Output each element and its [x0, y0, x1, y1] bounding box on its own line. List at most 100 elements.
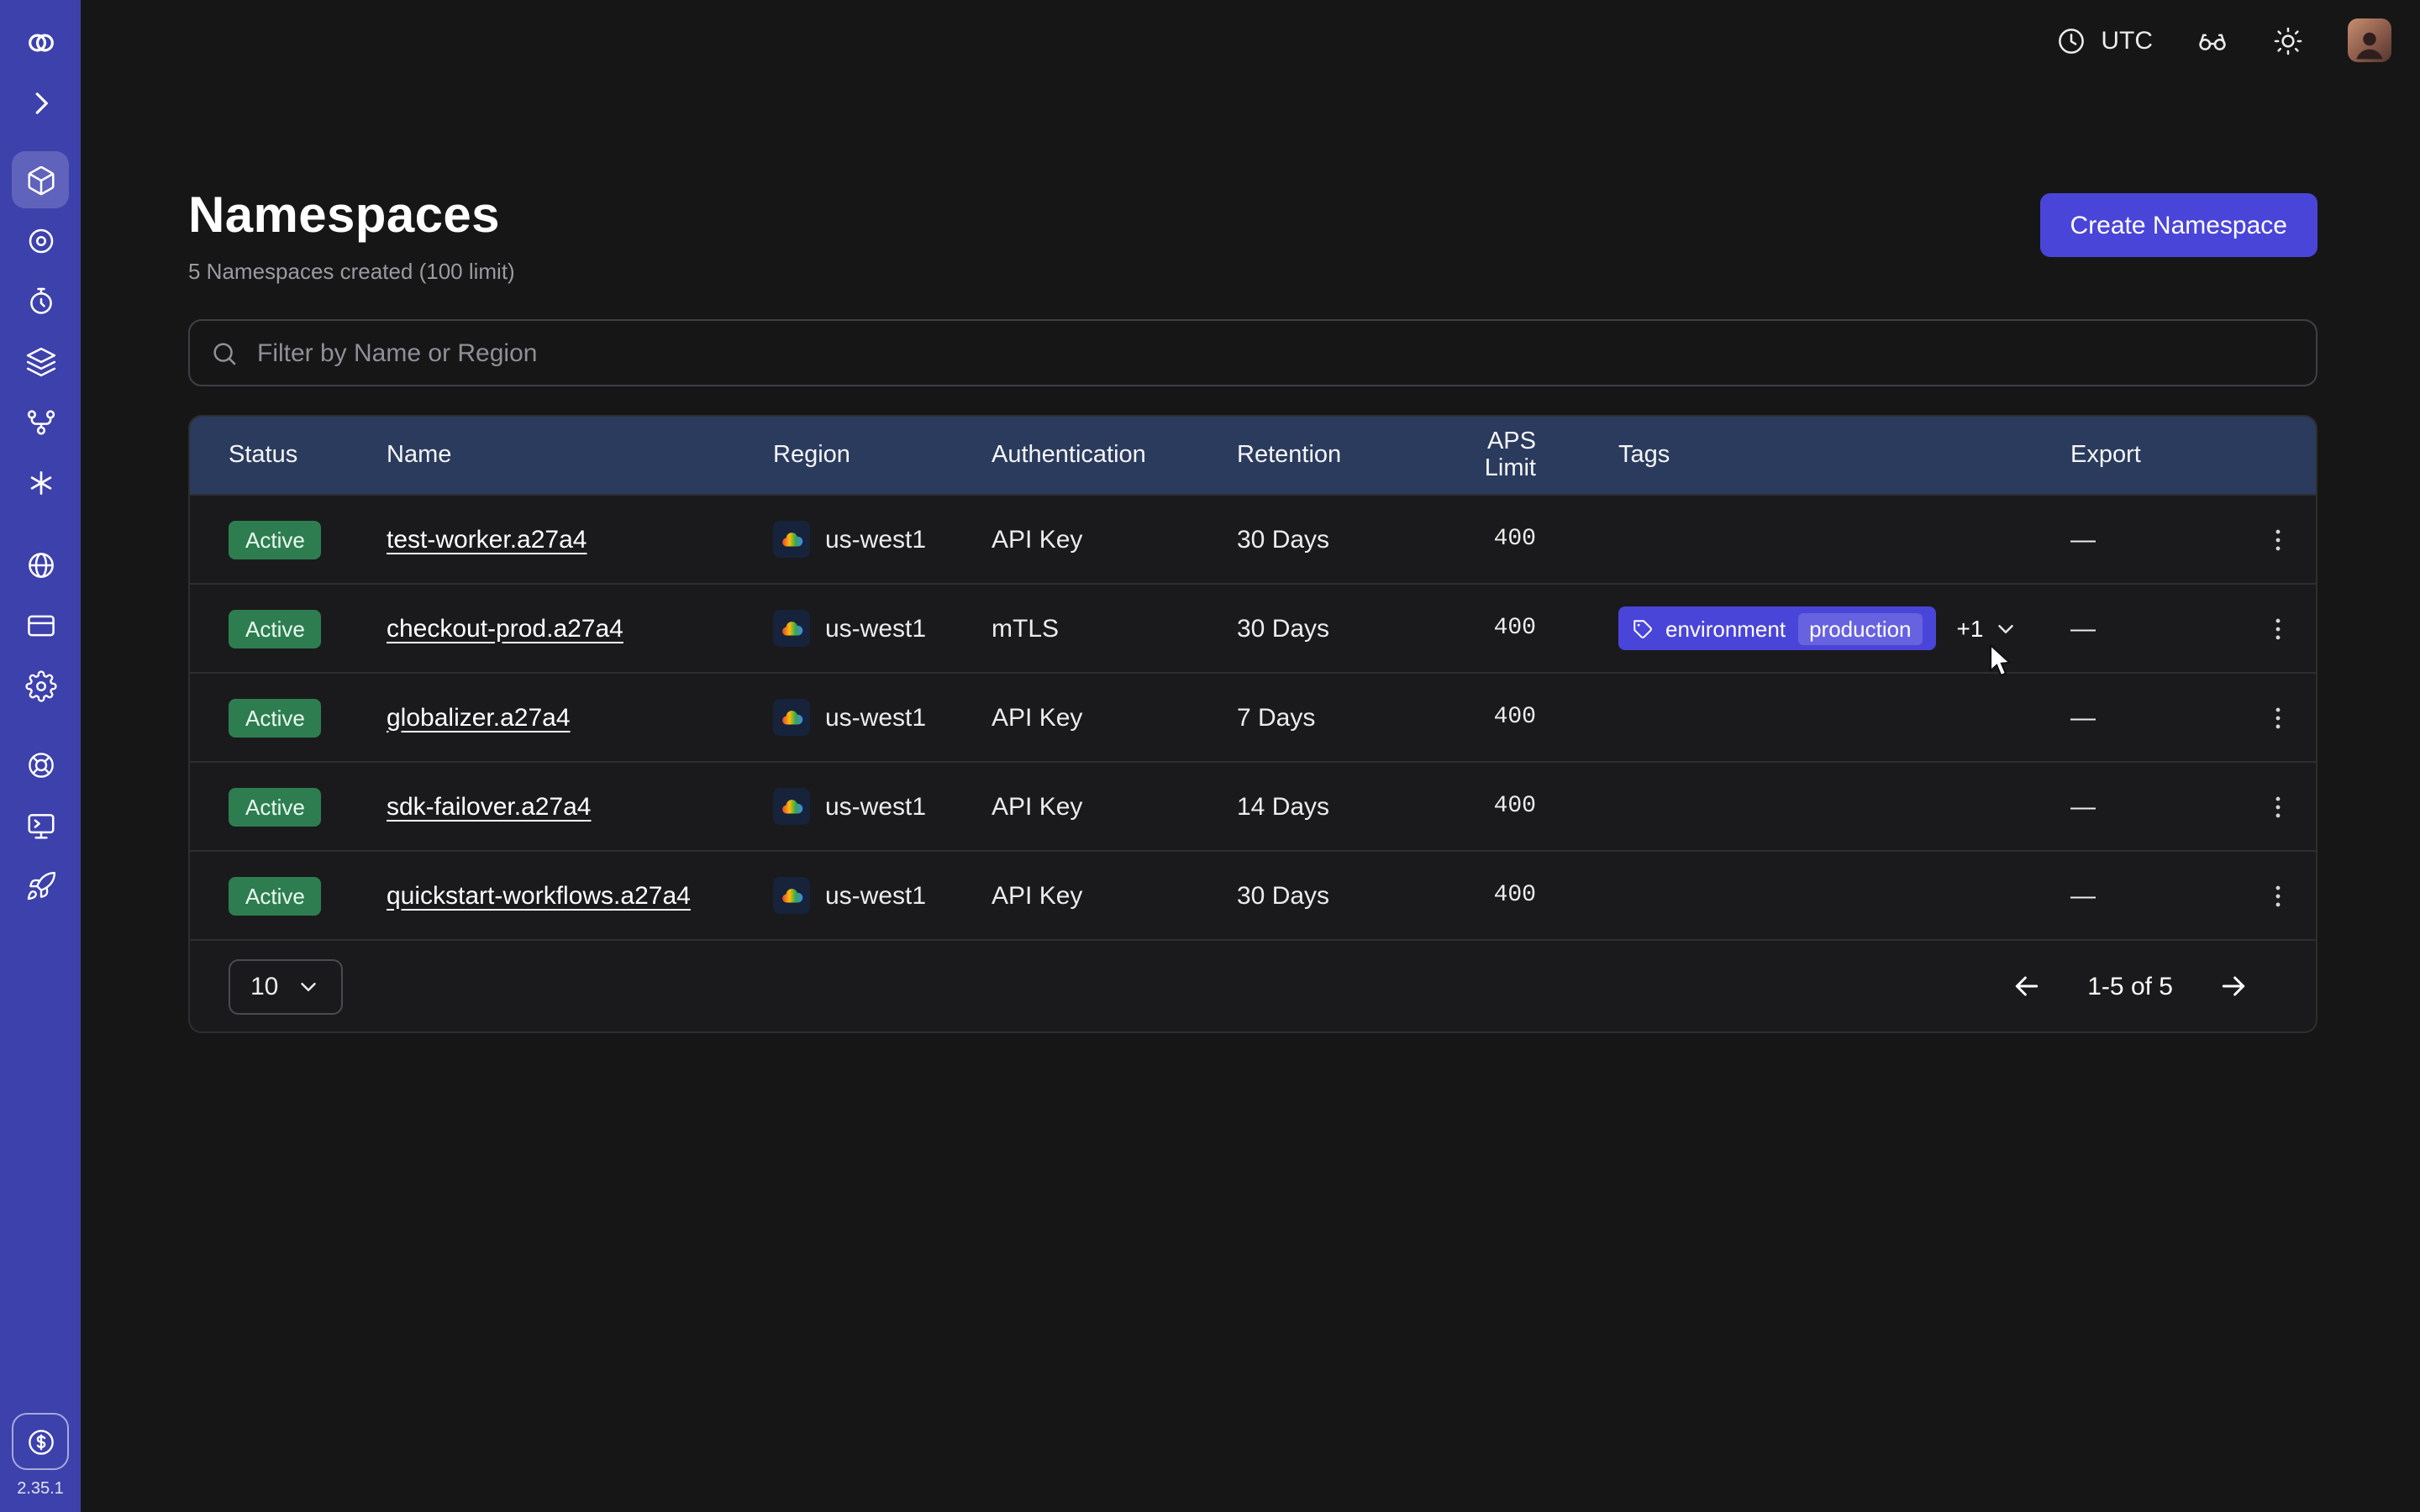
export-value: — — [2070, 881, 2240, 910]
filter-input[interactable] — [254, 337, 2296, 369]
authentication-value: API Key — [992, 792, 1237, 821]
pagination: 1-5 of 5 — [2007, 966, 2254, 1006]
gear-icon — [24, 669, 56, 701]
namespace-link[interactable]: quickstart-workflows.a27a4 — [387, 881, 691, 910]
authentication-value: mTLS — [992, 614, 1237, 643]
nav-account[interactable] — [12, 536, 69, 593]
table-footer: 10 1-5 of 5 — [190, 939, 2316, 1032]
aps-limit-value: 400 — [1430, 526, 1536, 553]
kebab-icon — [2264, 525, 2292, 554]
column-header-region: Region — [773, 442, 992, 469]
retention-value: 7 Days — [1237, 703, 1430, 732]
sidebar-bottom: 2.35.1 — [12, 1413, 69, 1512]
kebab-icon — [2264, 881, 2292, 910]
workflow-icon — [24, 406, 56, 438]
search-icon — [210, 339, 239, 367]
nav-workflows[interactable] — [12, 212, 69, 269]
globe-icon — [24, 549, 56, 580]
row-menu-button[interactable] — [2257, 874, 2299, 916]
tags-expand-button[interactable] — [1990, 612, 2022, 644]
nav-settings[interactable] — [12, 657, 69, 714]
namespace-link[interactable]: test-worker.a27a4 — [387, 525, 587, 554]
user-avatar[interactable] — [2348, 18, 2391, 62]
dollar-circle-icon — [24, 1425, 56, 1457]
nav-deployments[interactable] — [12, 393, 69, 450]
nav-billing[interactable] — [12, 596, 69, 654]
table-row: Active globalizer.a27a4 us-west1 API Key… — [190, 672, 2316, 761]
temporal-logo[interactable] — [12, 13, 69, 71]
kebab-icon — [2264, 703, 2292, 732]
gcp-icon — [773, 788, 810, 825]
app: 2.35.1 UTC Namespaces 5 Namespaces creat… — [0, 0, 2420, 1512]
nav-docs[interactable] — [12, 796, 69, 853]
timezone-button[interactable]: UTC — [2055, 24, 2153, 56]
region-label: us-west1 — [825, 792, 926, 821]
namespaces-table: Status Name Region Authentication Retent… — [188, 415, 2317, 1033]
sidebar: 2.35.1 — [0, 0, 81, 1512]
sidebar-expand-button[interactable] — [12, 74, 69, 131]
page-subtitle: 5 Namespaces created (100 limit) — [188, 259, 515, 284]
tag-pill[interactable]: environment production — [1618, 606, 1937, 650]
app-version: 2.35.1 — [17, 1480, 64, 1499]
namespace-link[interactable]: checkout-prod.a27a4 — [387, 614, 623, 643]
export-value: — — [2070, 703, 2240, 732]
aps-limit-value: 400 — [1430, 793, 1536, 820]
gcp-icon — [773, 610, 810, 647]
create-namespace-button[interactable]: Create Namespace — [2040, 193, 2317, 257]
main: UTC Namespaces 5 Namespaces created (100… — [81, 0, 2420, 1512]
retention-value: 30 Days — [1237, 881, 1430, 910]
nav-namespaces[interactable] — [12, 151, 69, 208]
person-icon — [2351, 25, 2388, 62]
row-menu-button[interactable] — [2257, 696, 2299, 738]
export-value: — — [2070, 525, 2240, 554]
aps-limit-value: 400 — [1430, 704, 1536, 731]
tag-value: production — [1797, 612, 1923, 644]
namespace-link[interactable]: sdk-failover.a27a4 — [387, 792, 592, 821]
region-label: us-west1 — [825, 525, 926, 554]
credit-card-icon — [24, 609, 56, 641]
retention-value: 14 Days — [1237, 792, 1430, 821]
labs-button[interactable] — [2196, 24, 2228, 56]
chevron-right-icon — [24, 87, 56, 118]
export-value: — — [2070, 614, 2240, 643]
prev-page-button[interactable] — [2007, 966, 2047, 1006]
row-menu-button[interactable] — [2257, 785, 2299, 827]
rocket-icon — [24, 869, 56, 901]
filter-bar — [188, 319, 2317, 386]
nav-schedules[interactable] — [12, 272, 69, 329]
status-badge: Active — [229, 876, 322, 915]
topbar: UTC — [81, 0, 2420, 81]
table-row: Active test-worker.a27a4 us-west1 API Ke… — [190, 494, 2316, 583]
cube-icon — [24, 164, 56, 196]
nav-batch[interactable] — [12, 333, 69, 390]
arrow-right-icon — [2217, 969, 2250, 1003]
column-header-aps-limit: APS Limit — [1430, 428, 1536, 482]
usage-button[interactable] — [12, 1413, 69, 1470]
status-badge: Active — [229, 520, 322, 559]
tags-more-count: +1 — [1957, 615, 1984, 642]
status-badge: Active — [229, 787, 322, 826]
aps-limit-value: 400 — [1430, 882, 1536, 909]
authentication-value: API Key — [992, 703, 1237, 732]
layers-icon — [24, 345, 56, 377]
nav-getting-started[interactable] — [12, 857, 69, 914]
gcp-icon — [773, 877, 810, 914]
theme-toggle-button[interactable] — [2272, 24, 2304, 56]
page-size-select[interactable]: 10 — [229, 958, 342, 1014]
page-title: Namespaces — [188, 185, 515, 249]
nav-support[interactable] — [12, 736, 69, 793]
gcp-icon — [773, 699, 810, 736]
column-header-authentication: Authentication — [992, 442, 1237, 469]
page-size-value: 10 — [250, 972, 278, 1000]
next-page-button[interactable] — [2213, 966, 2254, 1006]
arrow-left-icon — [2010, 969, 2044, 1003]
row-menu-button[interactable] — [2257, 607, 2299, 649]
gcp-icon — [773, 521, 810, 558]
nav-nexus[interactable] — [12, 454, 69, 511]
authentication-value: API Key — [992, 881, 1237, 910]
retention-value: 30 Days — [1237, 525, 1430, 554]
pagination-range: 1-5 of 5 — [2087, 972, 2173, 1000]
namespace-link[interactable]: globalizer.a27a4 — [387, 703, 571, 732]
asterisk-icon — [24, 466, 56, 498]
row-menu-button[interactable] — [2257, 518, 2299, 560]
